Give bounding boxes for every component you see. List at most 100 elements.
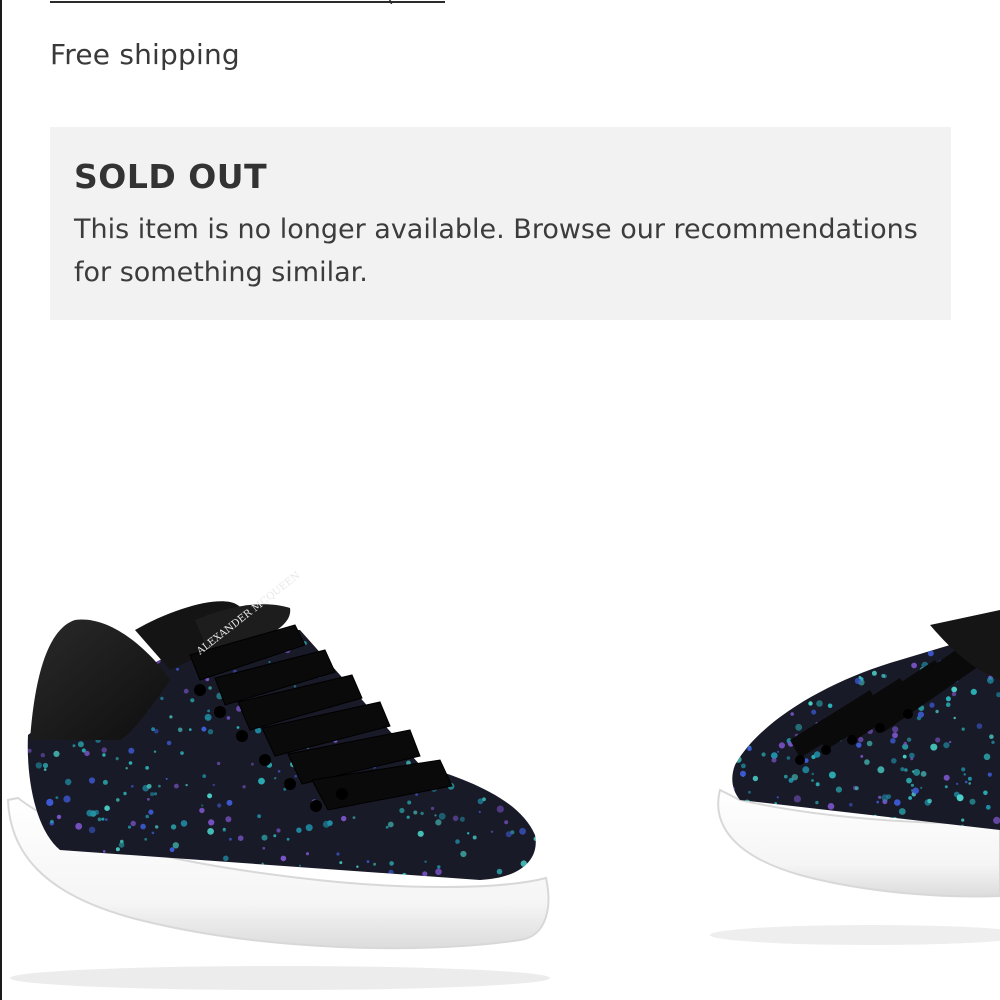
glitter-speck: [520, 860, 527, 867]
glitter-speck: [169, 715, 173, 719]
glitter-speck: [339, 651, 344, 656]
glitter-speck: [917, 711, 925, 718]
glitter-speck: [902, 754, 907, 759]
glitter-speck: [890, 738, 896, 744]
glitter-speck: [961, 767, 966, 772]
glitter-speck: [53, 750, 60, 757]
glitter-speck: [465, 701, 469, 705]
glitter-speck: [509, 650, 513, 655]
product-page: ( Free shipping SOLD OUT This item is no…: [0, 0, 1000, 1000]
glitter-speck: [827, 803, 835, 810]
glitter-speck: [785, 661, 793, 668]
glitter-speck: [944, 785, 948, 789]
glitter-speck: [88, 777, 96, 784]
glitter-speck: [839, 643, 845, 649]
glitter-speck: [165, 777, 168, 780]
glitter-speck: [27, 707, 31, 712]
glitter-speck: [927, 798, 932, 804]
glitter-speck: [751, 662, 755, 666]
glitter-speck: [185, 783, 188, 787]
glitter-speck: [886, 794, 892, 799]
glitter-speck: [366, 678, 374, 686]
glitter-speck: [747, 746, 752, 752]
glitter-speck: [899, 641, 903, 645]
glitter-speck: [892, 732, 898, 739]
glitter-speck: [202, 774, 207, 778]
glitter-speck: [786, 756, 791, 760]
glitter-speck: [776, 750, 780, 753]
glitter-speck: [427, 735, 434, 741]
glitter-speck: [131, 785, 134, 788]
glitter-speck: [101, 747, 107, 753]
glitter-speck: [828, 771, 836, 779]
glitter-speck: [774, 802, 777, 805]
glitter-speck: [991, 740, 995, 744]
glitter-speck: [985, 804, 991, 810]
glitter-speck: [490, 662, 496, 668]
glitter-speck: [155, 825, 159, 829]
cut-off-text: (: [387, 0, 394, 4]
glitter-speck: [760, 717, 763, 720]
glitter-speck: [341, 815, 347, 822]
glitter-speck: [189, 728, 192, 731]
glitter-speck: [208, 686, 212, 690]
glitter-speck: [150, 792, 155, 797]
glitter-speck: [177, 727, 183, 733]
glitter-speck: [498, 740, 505, 747]
glitter-speck: [790, 712, 794, 716]
glitter-speck: [56, 814, 62, 820]
glitter-speck: [417, 691, 423, 698]
glitter-speck: [147, 797, 150, 801]
glitter-speck: [75, 822, 83, 830]
glitter-speck: [101, 817, 105, 821]
glitter-speck: [951, 686, 958, 693]
glitter-speck: [852, 641, 857, 646]
glitter-speck: [740, 743, 745, 749]
glitter-speck: [419, 708, 425, 715]
glitter-speck: [533, 836, 536, 841]
glitter-speck: [399, 654, 405, 661]
product-image[interactable]: ALEXANDER MCQUEEN: [0, 560, 1000, 1000]
glitter-speck: [816, 700, 823, 707]
glitter-speck: [774, 708, 782, 715]
glitter-speck: [747, 710, 755, 717]
glitter-speck: [527, 785, 531, 789]
glitter-speck: [339, 658, 343, 662]
glitter-speck: [413, 810, 418, 815]
glitter-speck: [881, 673, 886, 678]
glitter-speck: [199, 807, 205, 814]
glitter-speck: [822, 674, 827, 678]
glitter-speck: [808, 643, 814, 649]
sold-out-notice: SOLD OUT This item is no longer availabl…: [50, 127, 951, 320]
glitter-speck: [207, 828, 215, 835]
glitter-speck: [125, 767, 128, 770]
glitter-speck: [438, 812, 446, 820]
glitter-speck: [88, 826, 96, 834]
sold-out-message: This item is no longer available. Browse…: [74, 214, 918, 288]
glitter-speck: [366, 636, 373, 643]
glitter-speck: [741, 763, 746, 769]
strike-line: [50, 1, 445, 3]
glitter-speck: [496, 868, 503, 875]
glitter-speck: [492, 763, 500, 771]
glitter-speck: [407, 800, 412, 805]
glitter-speck: [86, 809, 94, 817]
glitter-speck: [510, 710, 517, 716]
glitter-speck: [879, 642, 886, 649]
glitter-speck: [472, 835, 477, 840]
free-shipping-label: Free shipping: [50, 38, 240, 71]
glitter-speck: [497, 670, 501, 674]
glitter-speck: [499, 759, 502, 762]
glitter-speck: [740, 661, 748, 669]
glitter-speck: [885, 644, 891, 650]
glitter-speck: [754, 686, 761, 693]
glitter-speck: [484, 772, 487, 775]
sneaker-right: [710, 610, 1000, 945]
glitter-speck: [742, 630, 749, 635]
glitter-speck: [63, 795, 71, 803]
glitter-speck: [145, 814, 149, 819]
glitter-speck: [508, 685, 515, 692]
glitter-speck: [407, 702, 411, 707]
glitter-speck: [987, 676, 994, 684]
glitter-speck: [415, 680, 420, 685]
